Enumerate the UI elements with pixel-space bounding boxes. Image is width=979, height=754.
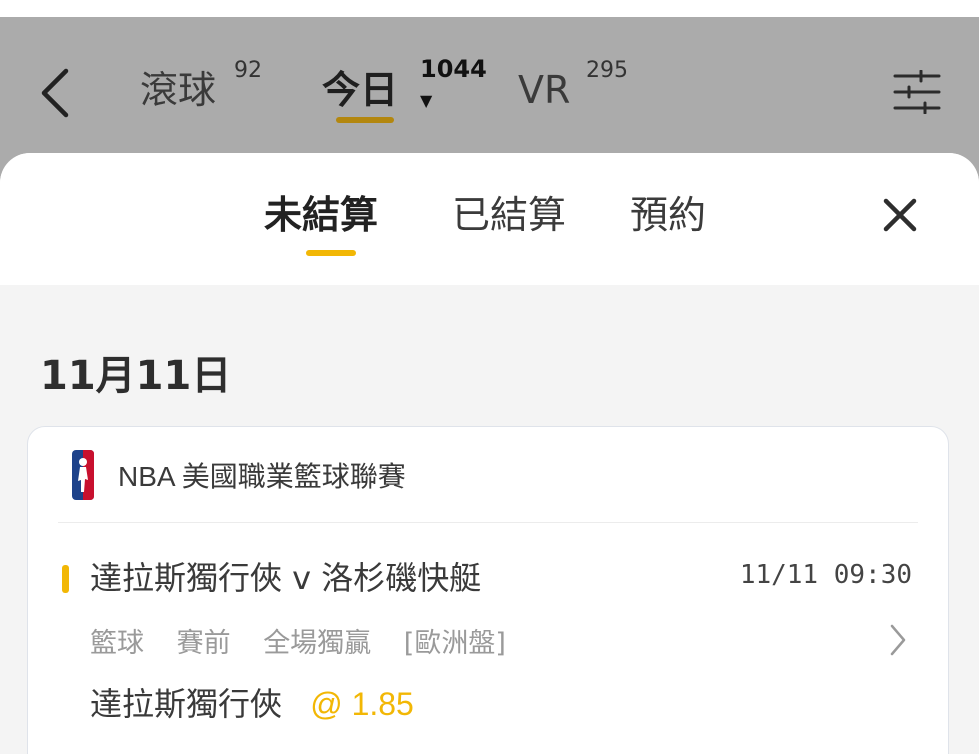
tab-live-label: 滾球	[140, 68, 217, 112]
market-type: 全場獨贏	[263, 628, 372, 659]
status-indicator	[62, 565, 69, 593]
tab-unsettled[interactable]: 未結算	[264, 193, 378, 237]
tab-scheduled[interactable]: 預約	[630, 193, 706, 237]
market-phase: 賽前	[176, 628, 231, 659]
bet-card[interactable]: NBA 美國職業籃球聯賽 達拉斯獨行俠 v 洛杉磯快艇 11/11 09:30 …	[27, 426, 949, 754]
tab-vr-count: 295	[586, 58, 628, 83]
match-title: 達拉斯獨行俠 v 洛杉磯快艇	[90, 559, 482, 597]
tab-today-underline	[336, 117, 394, 123]
tab-today[interactable]: 今日 1044 ▼	[322, 55, 487, 123]
tab-active-underline	[306, 250, 356, 256]
selection-row: 達拉斯獨行俠 @ 1.85	[90, 679, 414, 725]
tab-live-count: 92	[234, 58, 262, 83]
card-divider	[58, 522, 918, 523]
status-strip	[0, 0, 979, 17]
close-icon[interactable]	[880, 195, 920, 235]
tab-vr[interactable]: VR 295	[518, 58, 628, 113]
top-nav: 滾球 92 今日 1044 ▼ VR 295	[0, 17, 979, 172]
market-sport: 籃球	[90, 628, 144, 659]
market-info: 籃球 賽前 全場獨贏 [歐洲盤]	[90, 621, 530, 660]
date-heading: 11月11日	[40, 353, 232, 399]
league-name: NBA 美國職業籃球聯賽	[118, 461, 406, 492]
tab-settled[interactable]: 已結算	[452, 193, 566, 237]
filter-sliders-icon[interactable]	[893, 70, 941, 114]
league-row: NBA 美國職業籃球聯賽	[72, 449, 406, 501]
market-odds-format: [歐洲盤]	[403, 628, 506, 659]
chevron-right-icon[interactable]	[888, 623, 908, 657]
sheet-header: 未結算 已結算 預約	[0, 153, 979, 285]
caret-down-icon[interactable]: ▼	[420, 91, 432, 110]
nba-logo-icon	[72, 450, 94, 500]
tab-vr-label: VR	[518, 68, 571, 112]
tab-live[interactable]: 滾球 92	[140, 58, 262, 113]
back-arrow-icon[interactable]	[38, 67, 74, 119]
selection-name: 達拉斯獨行俠	[90, 685, 283, 723]
match-time: 11/11 09:30	[739, 560, 912, 590]
tab-today-count: 1044	[420, 55, 487, 83]
bet-sheet: 未結算 已結算 預約 11月11日 NBA 美國職業籃球聯賽 達拉斯獨行俠 v …	[0, 153, 979, 754]
selection-odds: @ 1.85	[310, 686, 414, 722]
tab-today-label: 今日	[322, 68, 399, 112]
